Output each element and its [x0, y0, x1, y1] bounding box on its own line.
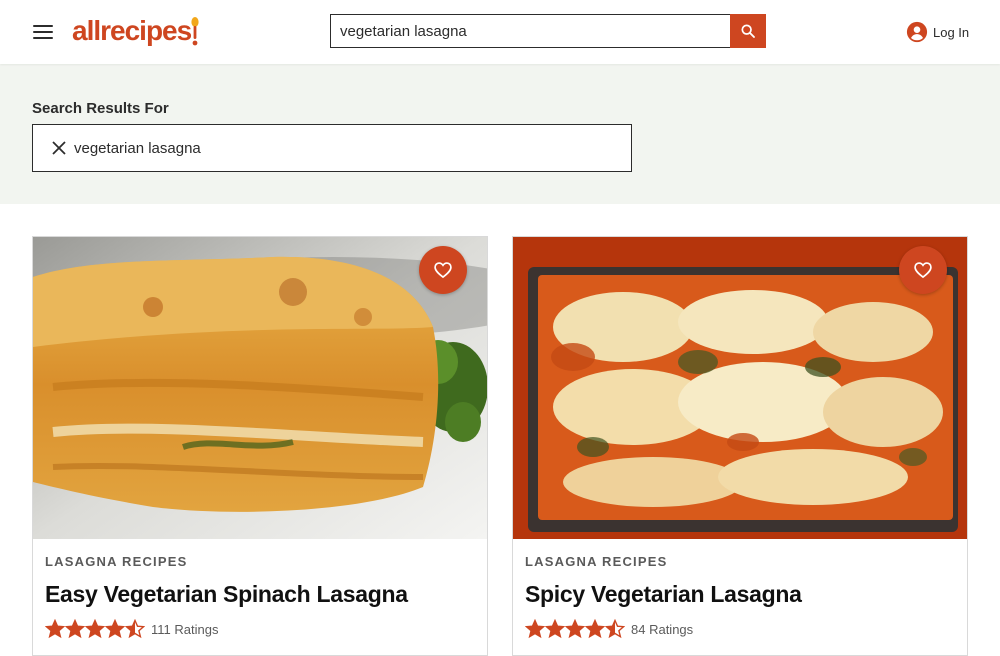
star-half-icon [125, 619, 145, 639]
search-results-band: Search Results For vegetarian lasagna [0, 64, 1000, 204]
ratings-count: 84 Ratings [631, 621, 694, 637]
recipe-card[interactable]: LASAGNA RECIPES Spicy Vegetarian Lasagna… [512, 236, 968, 656]
close-icon [52, 141, 66, 155]
star-full-icon [105, 619, 125, 639]
star-full-icon [565, 619, 585, 639]
search-box [330, 14, 730, 48]
site-header: allrecipes Log In [0, 0, 1000, 64]
recipe-title[interactable]: Spicy Vegetarian Lasagna [525, 581, 802, 608]
menu-icon[interactable] [32, 22, 54, 42]
star-full-icon [65, 619, 85, 639]
allrecipes-logo[interactable]: allrecipes [72, 14, 199, 48]
search-button[interactable] [730, 14, 766, 48]
recipe-card[interactable]: LASAGNA RECIPES Easy Vegetarian Spinach … [32, 236, 488, 656]
star-rating [45, 619, 145, 639]
recipe-rating: 84 Ratings [525, 619, 693, 639]
logo-text: allrecipes [72, 15, 192, 46]
star-full-icon [525, 619, 545, 639]
recipe-photo[interactable] [513, 237, 967, 539]
star-full-icon [45, 619, 65, 639]
clear-search-button[interactable] [50, 139, 68, 157]
search-input[interactable] [331, 15, 729, 47]
recipe-title[interactable]: Easy Vegetarian Spinach Lasagna [45, 581, 408, 608]
login-button[interactable]: Log In [906, 21, 969, 43]
account-icon [906, 21, 928, 43]
recipe-photo[interactable] [33, 237, 487, 539]
recipe-category[interactable]: LASAGNA RECIPES [45, 554, 187, 569]
lasagna-pan-image [513, 237, 967, 539]
save-favorite-button[interactable] [899, 246, 947, 294]
star-half-icon [605, 619, 625, 639]
search-query-chip: vegetarian lasagna [32, 124, 632, 172]
search-icon [741, 24, 755, 38]
search-results-label: Search Results For [32, 100, 169, 117]
heart-icon [434, 262, 452, 279]
heart-icon [914, 262, 932, 279]
star-full-icon [545, 619, 565, 639]
lasagna-slice-image [33, 237, 487, 539]
save-favorite-button[interactable] [419, 246, 467, 294]
star-rating [525, 619, 625, 639]
ratings-count: 111 Ratings [151, 621, 219, 637]
recipe-category[interactable]: LASAGNA RECIPES [525, 554, 667, 569]
star-full-icon [585, 619, 605, 639]
search-query-text: vegetarian lasagna [74, 139, 201, 157]
recipe-rating: 111 Ratings [45, 619, 218, 639]
login-label: Log In [933, 24, 970, 40]
star-full-icon [85, 619, 105, 639]
logo-spoon-mark [191, 17, 199, 46]
